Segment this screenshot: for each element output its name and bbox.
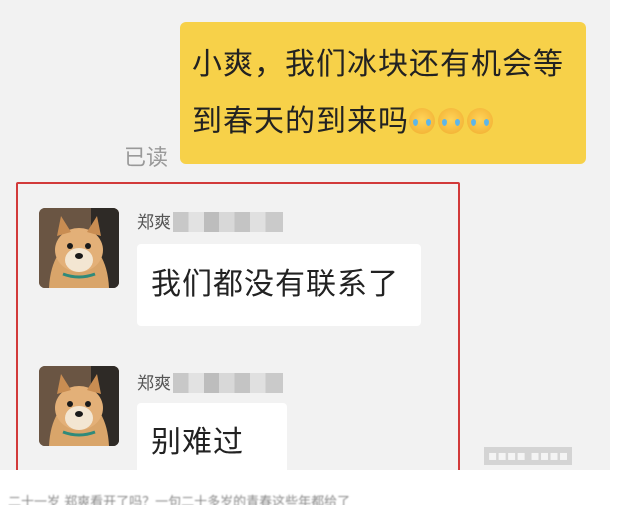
avatar[interactable] [39, 208, 119, 288]
redacted-name [173, 212, 283, 232]
article-caption-text: 二十一岁 郑爽看开了吗？一句二十多岁的青春这些年都给了 [8, 495, 351, 505]
redacted-name [173, 373, 283, 393]
article-caption: 二十一岁 郑爽看开了吗？一句二十多岁的青春这些年都给了 [8, 493, 528, 505]
avatar[interactable] [39, 366, 119, 446]
outgoing-message-line-2: 到春天的到来吗 [192, 93, 572, 150]
outgoing-message-bubble[interactable]: 小爽，我们冰块还有机会等 到春天的到来吗 [180, 22, 586, 164]
crying-face-icon [438, 108, 464, 134]
crying-face-icon [467, 108, 493, 134]
shiba-dog-icon [39, 366, 119, 446]
sender-name: 郑爽 [137, 369, 283, 394]
shiba-dog-icon [39, 208, 119, 288]
sender-name: 郑爽 [137, 208, 283, 233]
read-receipt: 已读 [124, 146, 169, 171]
outgoing-message-line-2-text: 到春天的到来吗 [192, 104, 409, 139]
crying-face-icon [409, 108, 435, 134]
chat-screenshot: 小爽，我们冰块还有机会等 到春天的到来吗 已读 郑爽 我们都没有联系了 郑爽 别… [0, 0, 610, 470]
watermark: ▪▪▪▪ ▪▪▪▪ [484, 447, 573, 465]
sender-name-text: 郑爽 [137, 374, 171, 394]
sender-name-text: 郑爽 [137, 213, 171, 233]
incoming-message-bubble[interactable]: 我们都没有联系了 [137, 244, 421, 326]
outgoing-message-line-1: 小爽，我们冰块还有机会等 [192, 47, 564, 82]
incoming-message-bubble[interactable]: 别难过哈 [137, 403, 287, 470]
